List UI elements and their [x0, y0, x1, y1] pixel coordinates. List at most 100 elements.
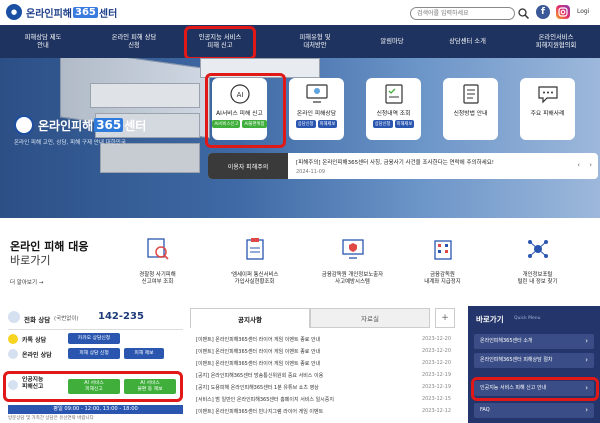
notice-banner-text[interactable]: [피해주의] 온라인피해365센터 사칭, 금융사기 사건을 조사한다는 연락에…	[296, 158, 494, 166]
hero-logo-suffix: 센터	[124, 118, 147, 133]
kakao-consult: 카톡 상담 카카오 상담신청	[8, 332, 183, 347]
service-police[interactable]: 경찰청 사기피해 신고여부 조회	[125, 236, 190, 286]
online-report-button[interactable]: 피해 제보	[124, 348, 164, 359]
quick-item-intro[interactable]: 온라인피해365센터 소개 ›	[474, 334, 594, 349]
online-consult: 온라인 상담 피해 상담 신청 피해 제보	[8, 347, 183, 362]
list-item[interactable]: [이벤트] 온라인피해365센터 라이어 게임 이벤트 종료 안내 2023-12…	[196, 336, 451, 347]
list-item[interactable]: [공지] 온라인피해365센터 방송통신위원회 중요 서비스 이용 2023-12…	[196, 372, 451, 383]
phone-icon	[8, 311, 20, 323]
card-history[interactable]: 신청내역 조회 상담신청 피해제보	[366, 78, 421, 140]
chat-bubble-icon	[537, 86, 558, 104]
list-item[interactable]: [이벤트] 온라인피해365센터 라이어 게임 이벤트 종료 안내 2023-12…	[196, 360, 451, 371]
phone-note: (국번없이)	[54, 316, 79, 322]
logo-suffix: 센터	[98, 8, 118, 20]
divider	[8, 329, 183, 330]
kakao-icon	[8, 334, 18, 344]
more-plus-icon[interactable]: +	[435, 308, 455, 328]
monitor-chat-icon	[305, 84, 328, 103]
card-apply-guide[interactable]: 신청방법 안내	[443, 78, 498, 140]
notice-banner-date: 2024-11-09	[296, 169, 326, 175]
site-logo[interactable]: ● 온라인피해 365 센터	[6, 3, 117, 21]
nav-item-guide[interactable]: 피해상담 제도 안내	[2, 25, 84, 58]
service-privacy-portal[interactable]: 개인정보포털 털린 내 정보 찾기	[505, 236, 570, 286]
logo-text: 온라인피해	[26, 8, 72, 20]
tab-archive[interactable]: 자료실	[310, 308, 430, 328]
main-nav: 피해상담 제도 안내 온라인 피해 상담 신청 인공지능 서비스 피해 신고 피…	[0, 25, 600, 58]
phone-consult: 전화 상담 (국번없이) 142-235	[8, 308, 183, 328]
police-search-icon	[146, 238, 169, 260]
tag-report[interactable]: 피해제보	[317, 120, 338, 128]
logo-number: 365	[73, 6, 98, 18]
chevron-left-icon[interactable]: ‹	[577, 161, 580, 169]
nav-item-notices[interactable]: 알림마당	[362, 25, 422, 58]
nav-item-center-intro[interactable]: 상담센터 소개	[430, 25, 505, 58]
checklist-icon	[384, 84, 403, 104]
quick-menu: 바로가기 Quick Menu 온라인피해365센터 소개 › 온라인피해365센…	[468, 306, 600, 423]
chevron-right-icon[interactable]: ›	[589, 161, 592, 169]
tag-consult-apply[interactable]: 상담신청	[372, 120, 393, 128]
list-item[interactable]: [이벤트] 온라인피해365센터 빈나지그램 라이어 게임 이벤트 2023-12…	[196, 408, 451, 419]
tag-report[interactable]: 피해제보	[394, 120, 415, 128]
quick-item-faq[interactable]: FAQ ›	[474, 403, 594, 418]
list-item[interactable]: [공지] 도용피해 온라인피해365센터 1분 유튜브 쇼츠 영상 2023-12…	[196, 384, 451, 395]
quick-menu-subtitle: Quick Menu	[514, 316, 541, 321]
online-consult-button[interactable]: 피해 상담 신청	[68, 348, 120, 359]
highlight-ai-card	[205, 73, 286, 148]
clipboard-icon	[245, 238, 264, 260]
service-fss-account[interactable]: 금융감독원 내계좌 지급정지	[410, 236, 475, 286]
card-label: 주요 피해사례	[530, 111, 565, 117]
notice-tabs: 공지사항 자료실 +	[190, 308, 455, 328]
facebook-icon[interactable]: f	[536, 5, 550, 19]
notice-banner-label: 이용자 피해주의	[208, 153, 288, 179]
service-label: 금융감독원 내계좌 지급정지	[424, 272, 461, 285]
instagram-icon[interactable]	[556, 5, 570, 19]
monitor-shield-icon	[341, 239, 364, 259]
list-item[interactable]: [서비스] 범 일반인 온라인피해365센터 홈페이지 서비스 일시중지 2023…	[196, 396, 451, 407]
highlight-quick-ai	[471, 377, 599, 401]
hero-logo-text: 온라인피해	[38, 118, 94, 133]
hero-logo-number: 365	[94, 118, 124, 132]
highlight-ai-report-row	[3, 371, 183, 402]
highlight-nav-ai	[184, 26, 256, 60]
phone-label: 전화 상담	[24, 316, 51, 324]
list-item[interactable]: [이벤트] 온라인피해365센터 라이어 게임 이벤트 종료 안내 2023-12…	[196, 348, 451, 359]
hero-subtitle: 온라인 피해 고민, 상담, 피해 구제 안내 대한민국	[14, 140, 126, 146]
service-label: 경찰청 사기피해 신고여부 조회	[139, 272, 176, 285]
card-online-consult[interactable]: 온라인 피해상담 상담신청 피해제보	[289, 78, 344, 140]
card-cases[interactable]: 주요 피해사례	[520, 78, 575, 140]
more-link[interactable]: 더 알아보기 →	[10, 278, 43, 286]
card-label: 온라인 피해상담	[296, 111, 337, 117]
search-input[interactable]: 검색어를 입력하세요	[410, 7, 515, 20]
card-label: 신청내역 조회	[376, 111, 411, 117]
document-icon	[462, 84, 479, 104]
nav-item-consult[interactable]: 온라인 피해 상담 신청	[90, 25, 178, 58]
response-section: 온라인 피해 대응 바로가기 더 알아보기 → 경찰청 사기피해 신고여부 조회…	[0, 218, 600, 305]
quick-item-process[interactable]: 온라인피해365센터 피해상담 절차 ›	[474, 353, 594, 368]
network-icon	[527, 240, 548, 258]
kakao-label: 카톡 상담	[22, 337, 47, 344]
nav-item-damage-types[interactable]: 피해유형 및 대처방안	[280, 25, 350, 58]
phone-number[interactable]: 142-235	[98, 311, 144, 322]
service-msafer[interactable]: '엠세이퍼 통신서비스 가입사실현황조회	[222, 236, 287, 286]
service-fss-prevention[interactable]: 금융감독원 개인정보노출자 사고예방시스템	[320, 236, 385, 286]
online-icon	[8, 349, 18, 359]
building-icon	[433, 240, 452, 260]
search-icon[interactable]	[517, 7, 530, 20]
card-label: 신청방법 안내	[453, 111, 488, 117]
notice-banner[interactable]: 이용자 피해주의 [피해주의] 온라인피해365센터 사칭, 금융사기 사건을 …	[208, 153, 598, 179]
hours-bar: 평일 09:00 - 12:00, 13:00 - 18:00	[8, 405, 183, 414]
service-label: 금융감독원 개인정보노출자 사고예방시스템	[321, 272, 384, 285]
logo-mark-icon: ●	[6, 4, 22, 20]
hero-logo-icon	[14, 115, 34, 135]
hero-logo: 온라인피해 365 센터	[14, 115, 146, 135]
login-link[interactable]: Logi	[577, 8, 589, 15]
service-label: 개인정보포털 털린 내 정보 찾기	[517, 272, 558, 285]
section-subtitle: 바로가기	[10, 254, 51, 267]
quick-menu-title: 바로가기	[476, 315, 504, 324]
kakao-consult-button[interactable]: 카카오 상담신청	[68, 333, 120, 344]
tab-notice[interactable]: 공지사항	[190, 308, 310, 328]
nav-item-council[interactable]: 온라인서비스 피해지원협의회	[515, 25, 597, 58]
online-label: 온라인 상담	[22, 352, 52, 359]
tag-consult-apply[interactable]: 상담신청	[295, 120, 316, 128]
hours-note: 방문상담 및 가족간 상담은 유선연락 바랍니다	[8, 416, 94, 421]
